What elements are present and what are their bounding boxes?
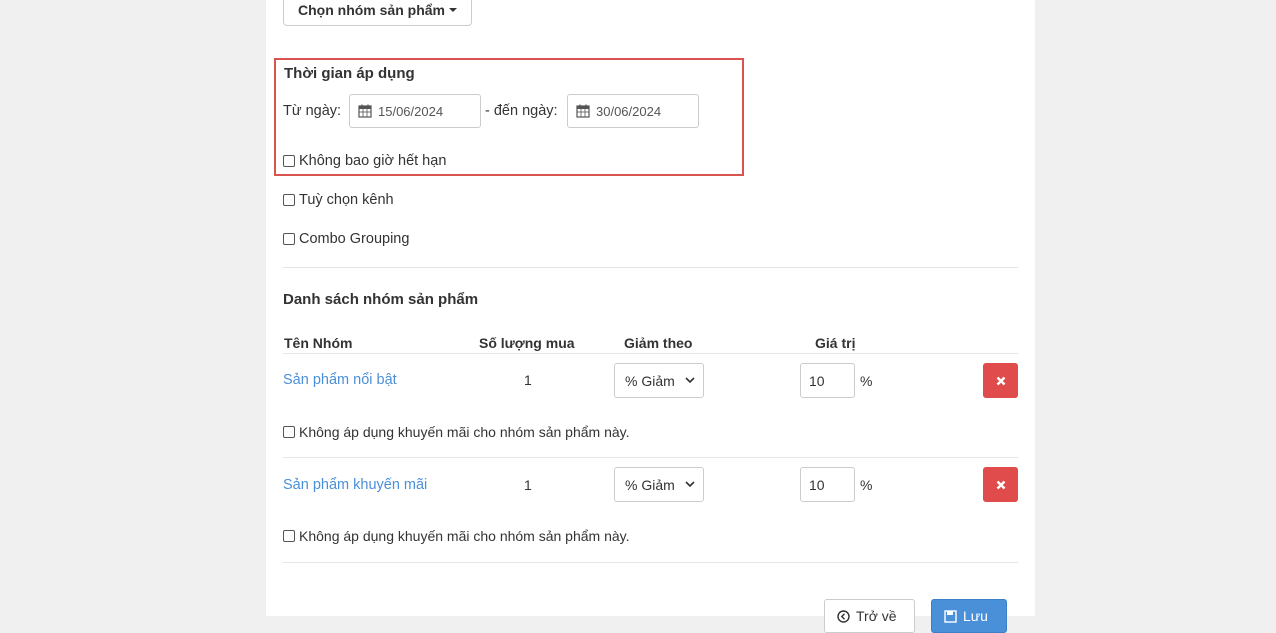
percent-unit: % [860, 373, 873, 389]
choose-product-group-label: Chọn nhóm sản phẩm [298, 2, 445, 18]
discount-value: 10 [809, 476, 825, 493]
back-button[interactable]: Trở về [824, 599, 915, 633]
save-label: Lưu [963, 608, 988, 624]
custom-channel-label: Tuỳ chọn kênh [299, 192, 394, 208]
discount-type-select[interactable]: % Giảm [614, 467, 704, 502]
custom-channel-checkbox[interactable] [283, 194, 295, 206]
from-date-label: Từ ngày: [283, 103, 342, 119]
product-groups-title: Danh sách nhóm sản phẩm [283, 291, 479, 308]
percent-unit: % [860, 477, 873, 493]
custom-channel-option[interactable]: Tuỳ chọn kênh [283, 192, 394, 208]
delete-group-button[interactable] [983, 363, 1018, 398]
choose-product-group-button[interactable]: Chọn nhóm sản phẩm [283, 0, 472, 26]
quantity-value: 1 [524, 372, 532, 388]
to-date-label: - đến ngày: [485, 103, 558, 119]
exclude-promotion-checkbox[interactable] [283, 530, 295, 542]
discount-type-value: % Giảm [625, 476, 675, 493]
floppy-disk-icon [944, 609, 957, 623]
exclude-promotion-option[interactable]: Không áp dụng khuyến mãi cho nhóm sản ph… [283, 424, 630, 440]
discount-value-input[interactable]: 10 [800, 363, 855, 398]
table-divider [283, 353, 1018, 354]
delete-group-button[interactable] [983, 467, 1018, 502]
discount-type-value: % Giảm [625, 372, 675, 389]
discount-type-select[interactable]: % Giảm [614, 363, 704, 398]
exclude-promotion-checkbox[interactable] [283, 426, 295, 438]
combo-grouping-option[interactable]: Combo Grouping [283, 231, 409, 247]
exclude-promotion-label: Không áp dụng khuyến mãi cho nhóm sản ph… [299, 424, 630, 440]
chevron-down-icon [685, 481, 695, 488]
column-header-quantity: Số lượng mua [479, 335, 575, 351]
to-date-input[interactable]: 30/06/2024 [567, 94, 699, 128]
discount-value-input[interactable]: 10 [800, 467, 855, 502]
column-header-name: Tên Nhóm [284, 335, 353, 351]
apply-time-title: Thời gian áp dụng [284, 65, 415, 82]
combo-grouping-checkbox[interactable] [283, 233, 295, 245]
caret-down-icon [449, 8, 457, 12]
combo-grouping-label: Combo Grouping [299, 231, 410, 247]
calendar-icon [576, 104, 590, 118]
from-date-value: 15/06/2024 [378, 103, 444, 119]
divider [283, 267, 1018, 268]
back-label: Trở về [856, 608, 897, 624]
from-date-input[interactable]: 15/06/2024 [349, 94, 481, 128]
never-expire-label: Không bao giờ hết hạn [299, 153, 447, 169]
calendar-icon [358, 104, 372, 118]
product-group-link[interactable]: Sản phẩm khuyến mãi [283, 477, 427, 493]
close-icon [996, 480, 1005, 489]
quantity-value: 1 [524, 477, 532, 493]
discount-value: 10 [809, 372, 825, 389]
column-header-value: Giá trị [815, 335, 856, 351]
to-date-value: 30/06/2024 [596, 103, 662, 119]
chevron-down-icon [685, 377, 695, 384]
never-expire-checkbox[interactable] [283, 155, 295, 167]
back-circle-icon [837, 609, 850, 623]
row-divider [283, 457, 1018, 458]
product-group-link[interactable]: Sản phẩm nổi bật [283, 372, 397, 388]
column-header-discount-type: Giảm theo [624, 335, 693, 351]
row-divider [283, 562, 1018, 563]
close-icon [996, 376, 1005, 385]
never-expire-option[interactable]: Không bao giờ hết hạn [283, 153, 446, 169]
save-button[interactable]: Lưu [931, 599, 1007, 633]
exclude-promotion-option[interactable]: Không áp dụng khuyến mãi cho nhóm sản ph… [283, 528, 630, 544]
exclude-promotion-label: Không áp dụng khuyến mãi cho nhóm sản ph… [299, 528, 630, 544]
